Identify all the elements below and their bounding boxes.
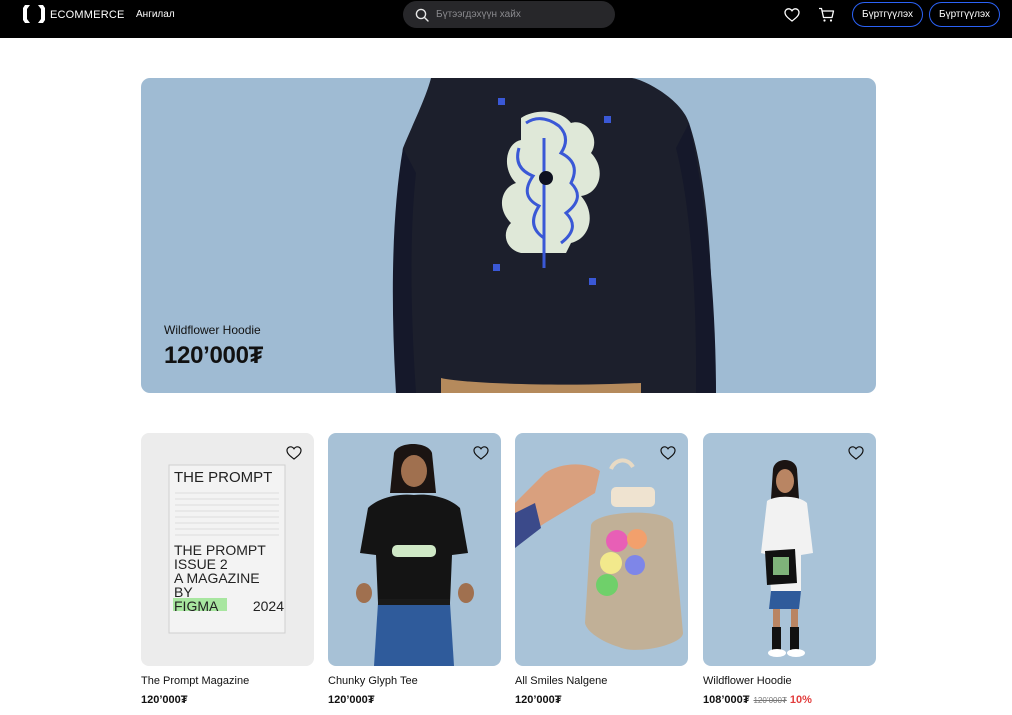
product-name[interactable]: All Smiles Nalgene [515,675,607,687]
search-bar[interactable] [403,1,615,28]
magazine-year: 2024 [252,598,284,614]
product-name[interactable]: Chunky Glyph Tee [328,675,418,687]
product-image[interactable] [515,433,688,666]
product-price: 108’000₮ [703,694,750,706]
magazine-line: BY [174,584,193,600]
magazine-title: THE PROMPT [174,469,273,486]
register-button[interactable]: Бүртгүүлэх [852,2,923,27]
product-old-price: 120’000₮ [753,696,787,705]
top-navigation-bar: ECOMMERCE Ангилал Бүртгүүлэх Бүртгүүлэх [0,0,1012,38]
magazine-line: THE PROMPT [174,542,266,558]
product-price-group: 108’000₮ 120’000₮ 10% [703,694,812,706]
product-name[interactable]: The Prompt Magazine [141,675,249,687]
hero-banner[interactable]: Wildflower Hoodie 120’000₮ [141,78,876,393]
product-card[interactable]: All Smiles Nalgene 120’000₮ [515,433,688,706]
magazine-cover-text: THE PROMPT THE PROMPT ISSUE 2 A MAGAZINE… [174,469,284,614]
discount-badge: 10% [789,694,812,706]
favorite-heart-icon[interactable] [660,445,676,461]
product-card[interactable]: Wildflower Hoodie 108’000₮ 120’000₮ 10% [703,433,876,706]
search-input[interactable] [436,9,596,20]
tote-model-image [761,460,813,657]
favorite-heart-icon[interactable] [286,445,302,461]
bottle-image [515,458,683,650]
magazine-line: ISSUE 2 [174,556,228,572]
magazine-line: A MAGAZINE [174,570,260,586]
product-card[interactable]: THE PROMPT THE PROMPT ISSUE 2 A MAGAZINE… [141,433,314,706]
hero-product-price: 120’000₮ [164,342,264,369]
tee-model-image [356,444,474,666]
product-card[interactable]: Chunky Glyph Tee 120’000₮ [328,433,501,706]
search-icon [415,8,429,22]
cart-icon[interactable] [818,7,835,23]
product-price: 120’000₮ [328,694,375,706]
favorite-heart-icon[interactable] [848,445,864,461]
product-price: 120’000₮ [515,694,562,706]
brand-name[interactable]: ECOMMERCE [50,9,125,21]
wishlist-heart-icon[interactable] [784,7,800,23]
product-image[interactable]: THE PROMPT THE PROMPT ISSUE 2 A MAGAZINE… [141,433,314,666]
category-menu-link[interactable]: Ангилал [136,9,175,20]
magazine-line: FIGMA [174,598,219,614]
product-name[interactable]: Wildflower Hoodie [703,675,792,687]
product-image[interactable] [703,433,876,666]
hero-product-name: Wildflower Hoodie [164,323,261,337]
product-image[interactable] [328,433,501,666]
product-price: 120’000₮ [141,694,188,706]
favorite-heart-icon[interactable] [473,445,489,461]
register-button-secondary[interactable]: Бүртгүүлэх [929,2,1000,27]
logo-icon[interactable] [22,4,46,24]
